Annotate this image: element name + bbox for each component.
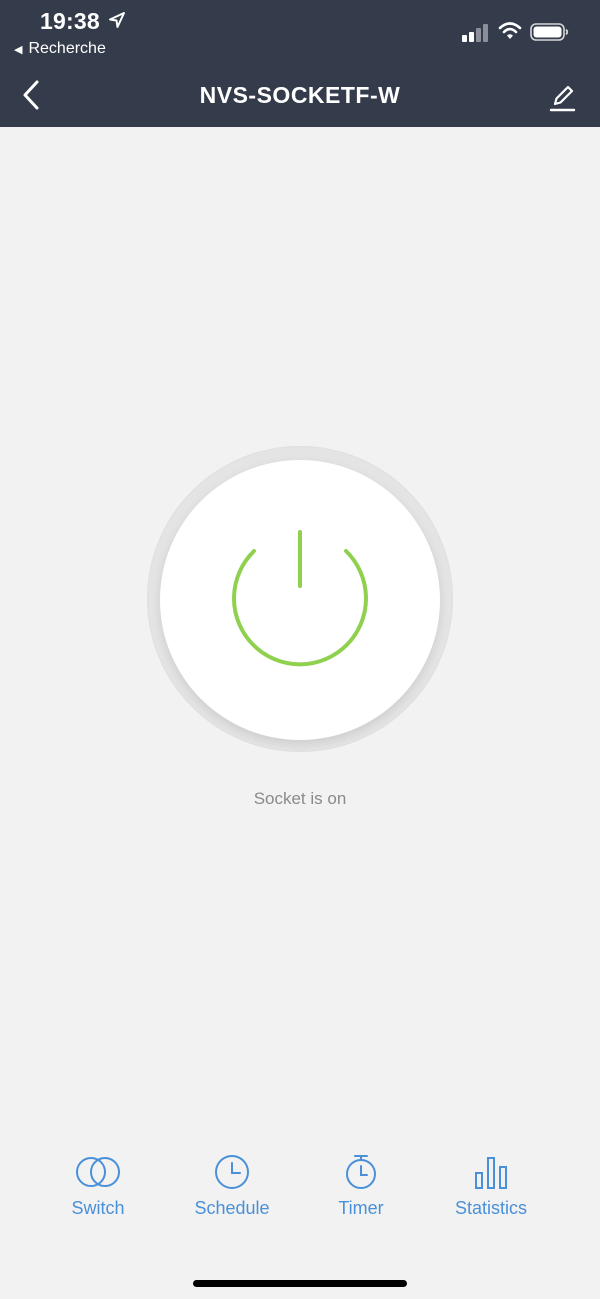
tab-statistics[interactable]: Statistics [431,1154,551,1234]
back-to-app-link[interactable]: ◀ Recherche [14,40,106,58]
tab-switch[interactable]: Switch [38,1154,158,1234]
edit-pencil-icon[interactable] [546,82,578,114]
socket-status-text: Socket is on [253,789,347,808]
power-toggle-button[interactable] [160,460,440,740]
back-triangle-icon: ◀ [14,43,23,56]
tab-schedule-label: Schedule [194,1198,270,1218]
switch-icon [76,1157,120,1187]
back-app-label: Recherche [28,40,106,57]
battery-icon [530,23,569,41]
tab-schedule[interactable]: Schedule [172,1154,292,1234]
bar-chart-icon [475,1157,507,1189]
cellular-signal-icon [462,24,488,42]
tab-statistics-label: Statistics [454,1198,528,1218]
wifi-icon [498,22,522,39]
home-indicator[interactable] [193,1280,407,1287]
page-title: NVS-SOCKETF-W [199,82,401,108]
stopwatch-icon [346,1155,376,1189]
top-bar: 19:38 ◀ Recherche NVS-SOCKETF-W [0,0,600,127]
tab-switch-label: Switch [71,1198,125,1218]
clock-icon [215,1155,249,1189]
tab-timer[interactable]: Timer [301,1154,421,1234]
tab-timer-label: Timer [338,1198,384,1218]
status-time: 19:38 [40,8,100,34]
location-arrow-icon [109,12,125,28]
